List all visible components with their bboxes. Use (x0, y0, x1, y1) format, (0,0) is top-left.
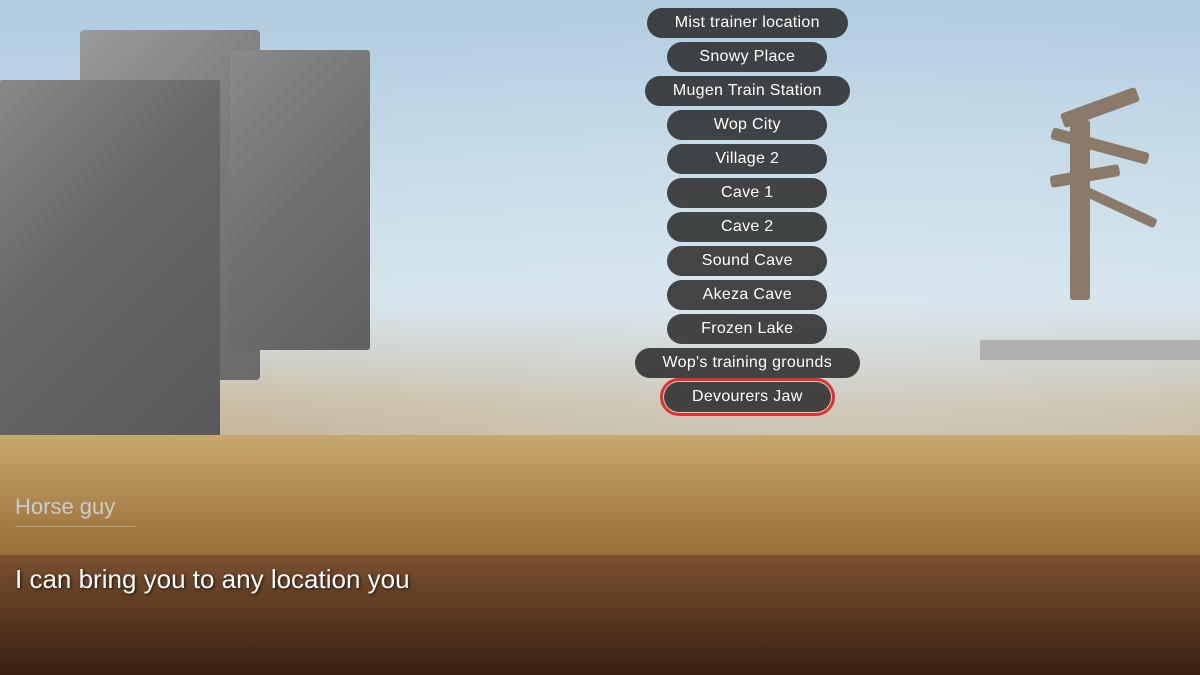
menu-item-frozen-lake[interactable]: Frozen Lake (667, 314, 827, 344)
location-menu: Mist trainer location Snowy Place Mugen Tr… (635, 8, 860, 412)
menu-item-mugen-train-station[interactable]: Mugen Train Station (645, 76, 850, 106)
platform-right (980, 340, 1200, 360)
npc-name: Horse guy (15, 494, 115, 520)
menu-item-wop-city[interactable]: Wop City (667, 110, 827, 140)
menu-item-mist-trainer-location[interactable]: Mist trainer location (647, 8, 848, 38)
menu-item-akeza-cave[interactable]: Akeza Cave (667, 280, 827, 310)
stone-block-front (0, 80, 220, 460)
menu-item-wops-training-grounds[interactable]: Wop's training grounds (635, 348, 860, 378)
stone-block-middle (230, 50, 370, 350)
npc-name-underline (15, 526, 135, 527)
menu-item-snowy-place[interactable]: Snowy Place (667, 42, 827, 72)
dialog-text: I can bring you to any location you (15, 564, 410, 595)
menu-item-cave-2[interactable]: Cave 2 (667, 212, 827, 242)
menu-item-devourers-jaw[interactable]: Devourers Jaw (664, 382, 831, 412)
menu-item-village-2[interactable]: Village 2 (667, 144, 827, 174)
menu-item-sound-cave[interactable]: Sound Cave (667, 246, 827, 276)
menu-item-cave-1[interactable]: Cave 1 (667, 178, 827, 208)
